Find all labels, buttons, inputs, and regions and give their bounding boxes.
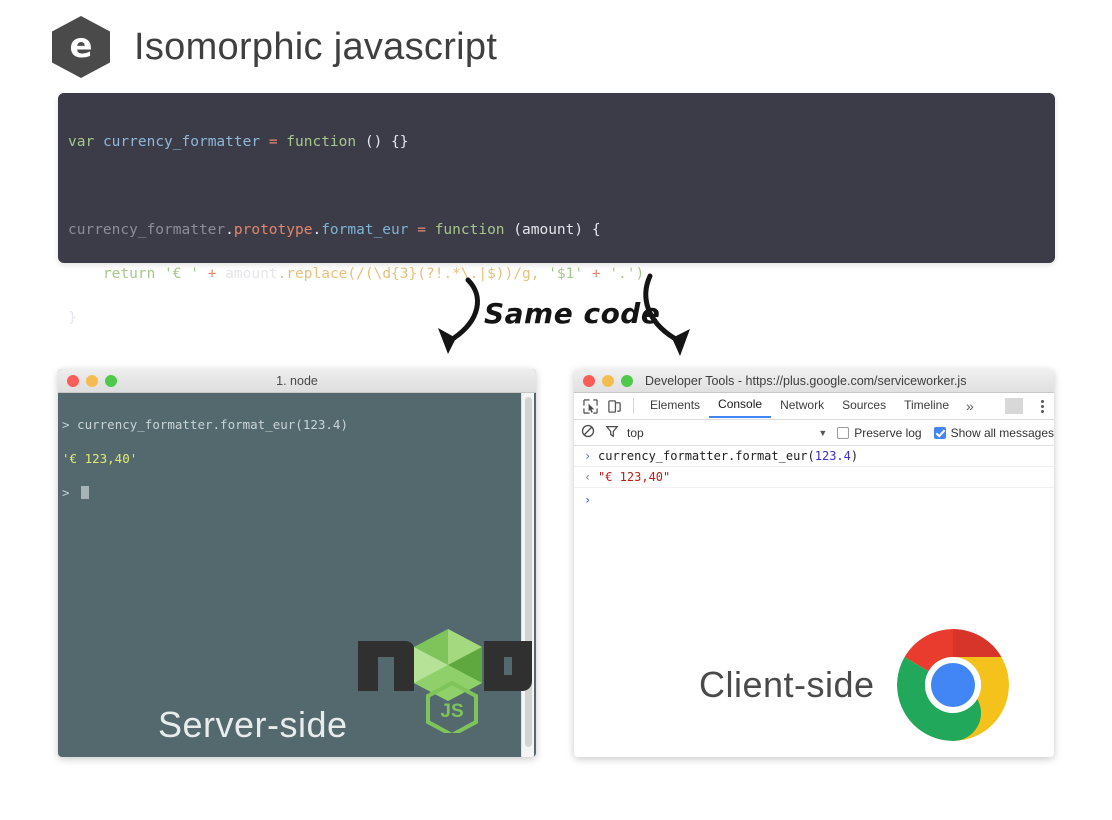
code-line-3: currency_formatter.prototype.format_eur … — [68, 222, 601, 238]
show-all-messages-checkbox[interactable]: Show all messages — [933, 425, 1054, 440]
token-replace: .replace — [277, 266, 348, 282]
token-empty-args: () {} — [364, 134, 409, 150]
tab-network[interactable]: Network — [771, 395, 833, 417]
preserve-log-checkbox[interactable]: Preserve log — [837, 425, 922, 440]
page-header: e Isomorphic javascript — [52, 16, 497, 78]
token-string-euro: '€ ' — [164, 266, 199, 282]
token-args-amount: (amount) { — [513, 222, 601, 238]
terminal-body[interactable]: > currency_formatter.format_eur(123.4) '… — [58, 393, 536, 757]
terminal-branding: Server-side JS — [158, 613, 536, 745]
token-function: function — [286, 134, 357, 150]
code-line-1: var currency_formatter = function () {} — [68, 131, 1055, 153]
show-all-messages-label: Show all messages — [950, 425, 1054, 440]
console-context-selector[interactable]: top — [627, 426, 644, 440]
token-identifier-dim: currency_formatter — [68, 222, 226, 238]
devtools-tabbar: Elements Console Network Sources Timelin… — [574, 393, 1054, 420]
page-title: Isomorphic javascript — [134, 25, 498, 68]
console-output-panel[interactable]: › currency_formatter.format_eur(123.4) ‹… — [574, 446, 1054, 757]
tab-elements[interactable]: Elements — [641, 395, 709, 417]
console-input-tail: ) — [850, 449, 859, 463]
console-input-gutter-icon: › — [584, 449, 592, 463]
hexagon-e-logo-icon: e — [52, 16, 112, 78]
token-format-eur: format_eur — [321, 222, 409, 238]
devtools-titlebar[interactable]: Developer Tools - https://plus.google.co… — [574, 369, 1054, 393]
token-equals: = — [268, 134, 278, 150]
devtools-title: Developer Tools - https://plus.google.co… — [645, 373, 967, 388]
tab-sources[interactable]: Sources — [833, 395, 895, 417]
token-identifier: currency_formatter — [102, 134, 261, 150]
console-prompt[interactable]: › — [574, 488, 1054, 512]
token-prototype: prototype — [233, 222, 313, 238]
google-chrome-logo-icon — [896, 629, 1009, 741]
terminal-cursor — [81, 486, 90, 499]
preserve-log-box[interactable] — [837, 426, 850, 439]
server-side-label: Server-side — [158, 704, 348, 745]
slide-canvas: e Isomorphic javascript var currency_for… — [0, 0, 1112, 820]
filter-icon[interactable] — [605, 424, 619, 441]
terminal-output-text: '€ 123,40' — [62, 451, 138, 466]
terminal-prompt: > — [62, 417, 78, 432]
zoom-window-button[interactable] — [621, 374, 633, 387]
devtools-branding: Client-side — [699, 625, 1013, 745]
token-return: return — [102, 266, 156, 282]
show-all-messages-box[interactable] — [933, 426, 946, 439]
terminal-titlebar[interactable]: 1. node — [58, 369, 536, 393]
token-var: var — [68, 134, 95, 150]
terminal-line-input: > currency_formatter.format_eur(123.4) — [62, 416, 536, 433]
client-side-label: Client-side — [699, 664, 875, 705]
token-amount: amount — [225, 266, 278, 282]
chevron-down-icon[interactable]: ▼ — [818, 428, 837, 438]
token-plus: + — [207, 266, 217, 282]
preserve-log-label: Preserve log — [854, 425, 922, 440]
devtools-window: Developer Tools - https://plus.google.co… — [574, 369, 1054, 757]
terminal-window: 1. node > currency_formatter.format_eur(… — [58, 369, 536, 757]
console-toolbar: top ▼ Preserve log Show all messages — [574, 420, 1054, 446]
close-window-button[interactable] — [583, 374, 595, 387]
terminal-input-text: currency_formatter.format_eur(123.4) — [77, 417, 348, 432]
token-string-dollar1: '$1' — [548, 266, 584, 282]
token-equals-2: = — [417, 222, 426, 238]
minimize-window-button[interactable] — [602, 374, 614, 387]
token-close-brace: } — [68, 310, 77, 326]
console-row-output: ‹ "€ 123,40" — [574, 467, 1054, 488]
terminal-prompt-2: > — [62, 485, 78, 500]
curved-arrow-down-right-icon — [643, 273, 690, 356]
clear-console-icon[interactable] — [581, 424, 595, 441]
tab-console[interactable]: Console — [709, 394, 772, 418]
toolbar-divider — [633, 398, 634, 414]
console-row-input: › currency_formatter.format_eur(123.4) — [574, 446, 1054, 467]
terminal-line-cursor: > — [62, 484, 536, 501]
console-input-text: currency_formatter.format_eur( — [598, 449, 815, 463]
toolbar-divider-2 — [1005, 398, 1023, 414]
token-plus-2: + — [591, 266, 601, 282]
token-function-2: function — [434, 222, 505, 238]
tab-timeline[interactable]: Timeline — [895, 395, 958, 417]
more-tabs-button[interactable]: » — [958, 398, 982, 414]
code-line-4: return '€ ' + amount.replace(/(\d{3}(?!.… — [68, 263, 1055, 285]
inspect-element-icon[interactable] — [578, 395, 602, 417]
nodejs-logo-icon: JS — [357, 629, 532, 733]
console-output-text: "€ 123,40" — [598, 470, 671, 484]
devtools-traffic-lights — [583, 374, 633, 387]
svg-text:JS: JS — [440, 701, 463, 722]
console-output-gutter-icon: ‹ — [584, 470, 592, 484]
code-block: var currency_formatter = function () {} … — [58, 93, 1055, 414]
console-input-number: 123.4 — [814, 449, 851, 463]
terminal-line-output: '€ 123,40' — [62, 450, 536, 467]
kebab-menu-icon[interactable] — [1030, 395, 1054, 417]
terminal-title: 1. node — [276, 373, 318, 388]
logo-letter: e — [69, 26, 93, 66]
device-toolbar-icon[interactable] — [602, 395, 626, 417]
